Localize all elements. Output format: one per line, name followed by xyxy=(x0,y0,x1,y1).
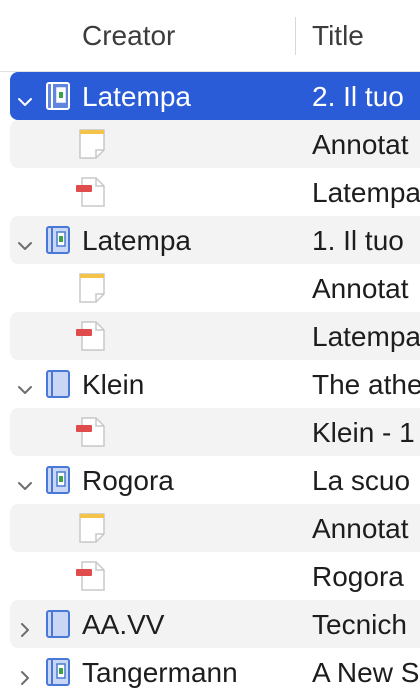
title-cell: 1. Il tuo xyxy=(312,225,404,256)
note-icon xyxy=(76,126,108,168)
pdf-attachment-icon xyxy=(76,558,108,600)
title-cell: 2. Il tuo xyxy=(312,81,404,112)
title-cell: Latempa xyxy=(312,177,420,208)
chevron-right-icon[interactable] xyxy=(16,614,34,637)
chevron-down-icon[interactable] xyxy=(16,230,34,250)
column-header-title[interactable]: Title xyxy=(312,20,364,52)
title-cell: A New S xyxy=(312,657,420,688)
book-section-icon xyxy=(44,464,74,503)
note-icon xyxy=(76,270,108,312)
creator-cell: Latempa xyxy=(82,81,191,112)
child-item-row[interactable]: Annotat xyxy=(0,264,420,312)
item-row[interactable]: Klein The athe xyxy=(0,360,420,408)
book-section-icon xyxy=(44,224,74,263)
title-cell: Latempa xyxy=(312,321,420,352)
pdf-attachment-icon xyxy=(76,174,108,216)
title-cell: Tecnich xyxy=(312,609,407,640)
item-row[interactable]: Latempa 1. Il tuo xyxy=(10,216,420,264)
title-cell: Annotat xyxy=(312,513,409,544)
child-item-row[interactable]: Annotat xyxy=(10,120,420,168)
column-header: Creator Title xyxy=(0,0,420,72)
child-item-row[interactable]: Klein - 1 xyxy=(10,408,420,456)
note-icon xyxy=(76,510,108,552)
title-cell: Rogora xyxy=(312,561,404,592)
title-cell: La scuo xyxy=(312,465,411,496)
column-divider[interactable] xyxy=(295,17,296,55)
title-cell: Annotat xyxy=(312,129,409,160)
chevron-down-icon[interactable] xyxy=(16,374,34,394)
item-list: Latempa 2. Il tuo Annotat Latempa Latempa 1. … xyxy=(0,72,420,696)
item-row[interactable]: Rogora La scuo xyxy=(0,456,420,504)
creator-cell: Tangermann xyxy=(82,657,238,688)
book-section-icon xyxy=(44,80,74,119)
creator-cell: Rogora xyxy=(82,465,174,496)
chevron-right-icon[interactable] xyxy=(16,662,34,685)
title-cell: Klein - 1 xyxy=(312,417,415,448)
item-row[interactable]: Latempa 2. Il tuo xyxy=(10,72,420,120)
creator-cell: Klein xyxy=(82,369,145,400)
item-row[interactable]: AA.VV Tecnich xyxy=(10,600,420,648)
title-cell: Annotat xyxy=(312,273,409,304)
creator-cell: AA.VV xyxy=(82,609,165,640)
pdf-attachment-icon xyxy=(76,318,108,360)
title-cell: The athe xyxy=(312,369,420,400)
creator-cell: Latempa xyxy=(82,225,191,256)
pdf-attachment-icon xyxy=(76,414,108,456)
child-item-row[interactable]: Latempa xyxy=(0,168,420,216)
item-row[interactable]: Tangermann A New S xyxy=(0,648,420,696)
child-item-row[interactable]: Rogora xyxy=(0,552,420,600)
book-icon xyxy=(44,608,74,647)
chevron-down-icon[interactable] xyxy=(16,470,34,490)
child-item-row[interactable]: Latempa xyxy=(10,312,420,360)
child-item-row[interactable]: Annotat xyxy=(10,504,420,552)
book-section-icon xyxy=(44,656,74,695)
book-icon xyxy=(44,368,74,407)
column-header-creator[interactable]: Creator xyxy=(82,20,175,52)
chevron-down-icon[interactable] xyxy=(16,86,34,106)
